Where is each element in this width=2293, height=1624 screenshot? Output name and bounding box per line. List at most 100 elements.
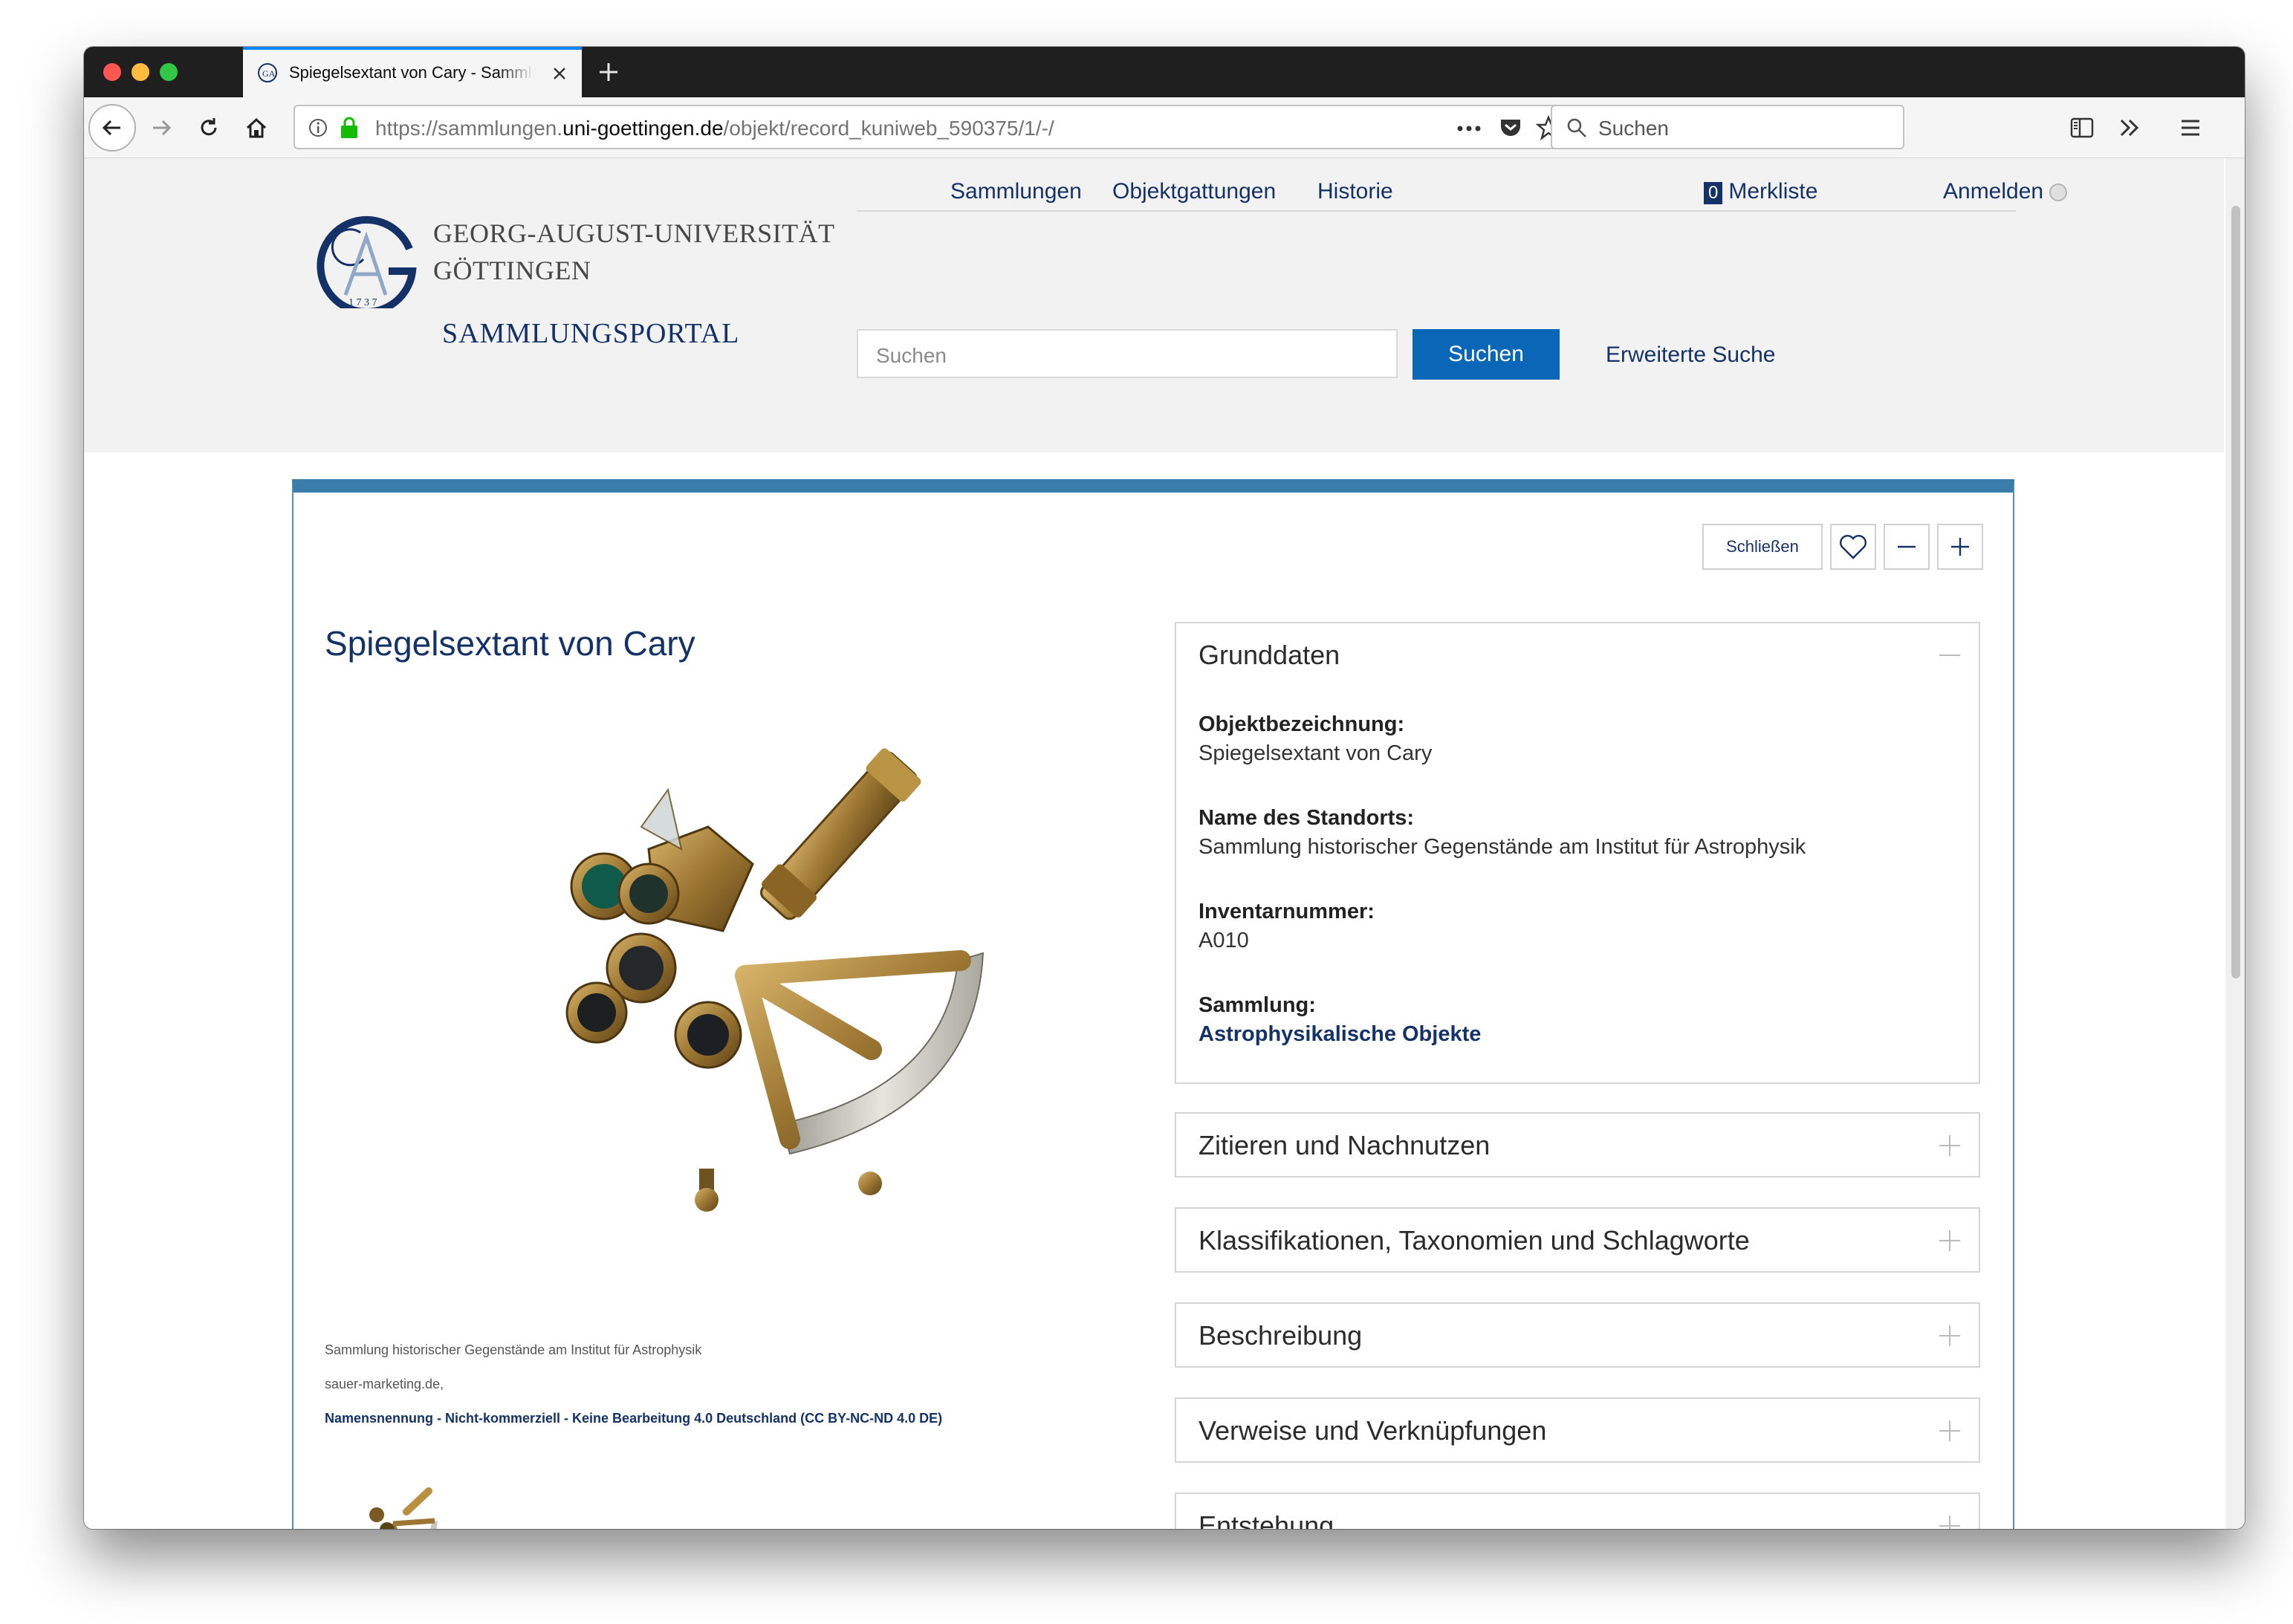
accordion-header[interactable]: Klassifikationen, Taxonomien und Schlagw… — [1176, 1209, 1979, 1273]
accordion-title: Verweise und Verknüpfungen — [1199, 1415, 1547, 1446]
field-label: Objektbezeichnung: — [1199, 712, 1405, 736]
overflow-icon[interactable] — [2117, 115, 2142, 140]
pocket-icon[interactable] — [1499, 117, 1522, 139]
url-text[interactable]: https://sammlungen.uni-goettingen.de/obj… — [375, 117, 1054, 140]
panel-toolbar: Schließen — [1702, 524, 1983, 570]
favorite-button[interactable] — [1830, 524, 1876, 570]
url-prefix: https://sammlungen. — [375, 117, 563, 140]
field-value: Spiegelsextant von Cary — [1199, 741, 1433, 765]
tab-strip: GA Spiegelsextant von Cary - Sammlungspo… — [84, 47, 2245, 97]
svg-text:1 7 3 7: 1 7 3 7 — [348, 297, 377, 308]
browser-tab[interactable]: GA Spiegelsextant von Cary - Sammlungspo… — [243, 47, 582, 97]
section-entstehung[interactable]: Entstehung — [1175, 1493, 1980, 1529]
tab-title: Spiegelsextant von Cary - Sammlungsporta… — [289, 63, 534, 82]
svg-text:GA: GA — [262, 68, 276, 79]
image-credit-photographer: sauer-marketing.de, — [325, 1377, 444, 1391]
field-inventarnummer: Inventarnummer: A010 — [1199, 900, 1375, 953]
navigation-toolbar: https://sammlungen.uni-goettingen.de/obj… — [84, 97, 2245, 158]
site-search-button[interactable]: Suchen — [1413, 329, 1560, 380]
hamburger-menu-icon[interactable] — [2178, 115, 2203, 140]
info-icon[interactable] — [307, 117, 329, 139]
field-sammlung: Sammlung: Astrophysikalische Objekte — [1199, 993, 1481, 1047]
nav-merkliste[interactable]: 0 Merkliste — [1704, 179, 1817, 204]
portal-name[interactable]: SAMMLUNGSPORTAL — [442, 317, 739, 350]
nav-anmelden[interactable]: Anmelden — [1943, 179, 2068, 204]
close-tab-icon[interactable] — [549, 63, 570, 84]
nav-objektgattungen[interactable]: Objektgattungen — [1112, 179, 1276, 204]
accordion-title: Zitieren und Nachnutzen — [1199, 1130, 1491, 1160]
reload-icon — [201, 118, 217, 136]
collapse-minus-icon[interactable] — [1937, 643, 1962, 668]
field-label: Name des Standorts: — [1199, 806, 1415, 830]
grunddaten-title: Grunddaten — [1199, 640, 1340, 670]
object-title: Spiegelsextant von Cary — [325, 624, 695, 663]
lock-icon — [341, 117, 357, 138]
url-bar[interactable]: https://sammlungen.uni-goettingen.de/obj… — [293, 105, 1572, 149]
maximize-window-button[interactable] — [160, 63, 178, 81]
accordion-title: Entstehung — [1199, 1510, 1334, 1529]
zoom-out-button[interactable] — [1884, 524, 1930, 570]
accordion-title: Klassifikationen, Taxonomien und Schlagw… — [1199, 1225, 1750, 1256]
field-standort: Name des Standorts: Sammlung historische… — [1199, 806, 1806, 860]
university-name-line2: GÖTTINGEN — [433, 256, 591, 285]
site-header: 1 7 3 7 GEORG-AUGUST-UNIVERSITÄT GÖTTING… — [84, 158, 2224, 452]
home-icon — [246, 117, 267, 138]
site-search-input[interactable]: Suchen — [857, 329, 1398, 378]
new-tab-icon[interactable] — [594, 57, 623, 87]
forward-arrow-icon — [153, 120, 172, 136]
field-value: A010 — [1199, 929, 1249, 952]
accordion-header[interactable]: Verweise und Verknüpfungen — [1176, 1399, 1979, 1463]
accordion-header[interactable]: Beschreibung — [1176, 1304, 1979, 1368]
grunddaten-header[interactable]: Grunddaten — [1176, 623, 1979, 687]
nav-sammlungen[interactable]: Sammlungen — [950, 179, 1082, 204]
sextant-image[interactable] — [522, 738, 1028, 1243]
browser-search-placeholder: Suchen — [1598, 117, 1669, 140]
expand-plus-icon[interactable] — [1937, 1228, 1962, 1253]
sammlung-link[interactable]: Astrophysikalische Objekte — [1199, 1022, 1481, 1047]
top-navigation: Sammlungen Objektgattungen Historie 0 Mer… — [857, 169, 2068, 212]
section-klassifikationen[interactable]: Klassifikationen, Taxonomien und Schlagw… — [1175, 1207, 1980, 1273]
sidebar-icon[interactable] — [2069, 115, 2095, 140]
license-link[interactable]: Namensnennung - Nicht-kommerziell - Kein… — [325, 1411, 942, 1426]
search-icon — [1567, 118, 1586, 137]
url-domain: uni-goettingen.de — [562, 117, 724, 140]
page-viewport: 1 7 3 7 GEORG-AUGUST-UNIVERSITÄT GÖTTING… — [84, 158, 2224, 1529]
heart-icon — [1840, 535, 1866, 559]
section-zitieren[interactable]: Zitieren und Nachnutzen — [1175, 1112, 1980, 1178]
page-actions-icon[interactable] — [1456, 124, 1482, 133]
accordion-title: Beschreibung — [1199, 1320, 1363, 1351]
grunddaten-section: Grunddaten Objektbezeichnung: Spiegelsex… — [1175, 622, 1980, 1084]
close-button[interactable]: Schließen — [1702, 524, 1823, 570]
expand-plus-icon[interactable] — [1937, 1513, 1962, 1529]
accordion-header[interactable]: Zitieren und Nachnutzen — [1176, 1114, 1979, 1178]
university-name-line1: GEORG-AUGUST-UNIVERSITÄT — [433, 218, 835, 248]
advanced-search-link[interactable]: Erweiterte Suche — [1606, 342, 1775, 368]
section-beschreibung[interactable]: Beschreibung — [1175, 1302, 1980, 1368]
expand-plus-icon[interactable] — [1937, 1133, 1962, 1158]
reload-button[interactable] — [185, 104, 233, 152]
close-window-button[interactable] — [103, 63, 121, 81]
nav-historie[interactable]: Historie — [1317, 179, 1393, 204]
scrollbar-thumb[interactable] — [2231, 206, 2240, 978]
vertical-scrollbar[interactable] — [2225, 158, 2245, 1529]
back-button[interactable] — [88, 104, 136, 152]
forward-button[interactable] — [137, 104, 185, 152]
field-value: Sammlung historischer Gegenstände am Ins… — [1199, 835, 1806, 859]
field-label: Sammlung: — [1199, 993, 1316, 1017]
university-name: GEORG-AUGUST-UNIVERSITÄT GÖTTINGEN — [433, 215, 835, 289]
plus-icon — [1951, 538, 1969, 556]
favicon-icon: GA — [258, 63, 277, 82]
accordion-header[interactable]: Entstehung — [1176, 1494, 1979, 1529]
university-logo-icon[interactable]: 1 7 3 7 — [311, 203, 423, 308]
browser-search-bar[interactable]: Suchen — [1551, 105, 1904, 149]
site-search-placeholder: Suchen — [876, 344, 947, 367]
zoom-in-button[interactable] — [1937, 524, 1983, 570]
image-thumbnail[interactable] — [354, 1478, 451, 1529]
merkliste-count-badge: 0 — [1704, 182, 1723, 204]
section-verweise[interactable]: Verweise und Verknüpfungen — [1175, 1397, 1980, 1463]
minimize-window-button[interactable] — [132, 63, 149, 81]
url-path: /objekt/record_kuniweb_590375/1/-/ — [723, 117, 1054, 140]
expand-plus-icon[interactable] — [1937, 1418, 1962, 1443]
home-button[interactable] — [233, 104, 280, 152]
expand-plus-icon[interactable] — [1937, 1323, 1962, 1348]
